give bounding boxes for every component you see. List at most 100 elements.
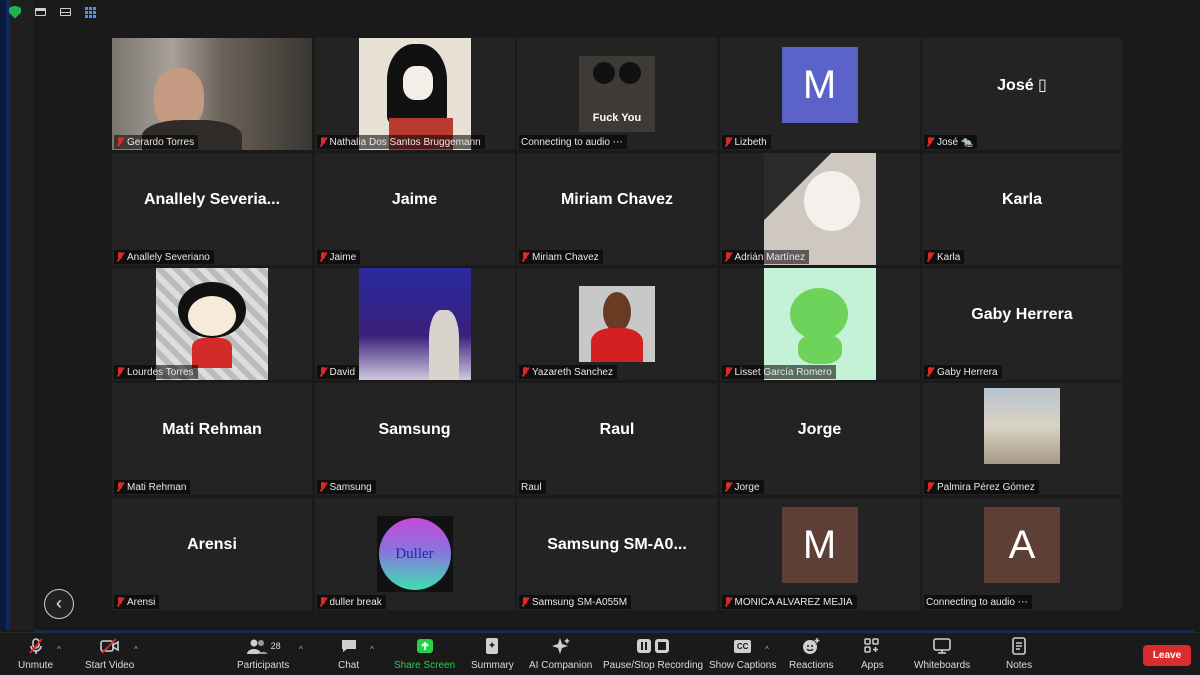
unmute-button[interactable]: Unmute bbox=[18, 637, 53, 671]
participant-picture: Duller bbox=[376, 516, 453, 592]
mic-muted-icon bbox=[926, 367, 934, 377]
participant-name: Mati Rehman bbox=[127, 481, 187, 493]
participant-display-name: Jaime bbox=[391, 191, 438, 208]
chevron-up-icon[interactable]: ^ bbox=[765, 645, 769, 654]
participant-picture bbox=[579, 286, 655, 362]
picture-text: Duller bbox=[378, 518, 451, 590]
mic-muted-icon bbox=[116, 367, 124, 377]
leave-button[interactable]: Leave bbox=[1143, 645, 1191, 666]
whiteboards-label: Whiteboards bbox=[914, 660, 971, 671]
nameplate: Anallely Severiano bbox=[114, 250, 214, 264]
whiteboard-icon bbox=[933, 638, 951, 654]
chat-button[interactable]: Chat bbox=[338, 637, 359, 671]
participant-tile[interactable]: Arensi Arensi bbox=[112, 498, 312, 610]
chevron-up-icon[interactable]: ^ bbox=[370, 645, 374, 654]
chevron-up-icon[interactable]: ^ bbox=[299, 645, 303, 654]
participant-name: Anallely Severiano bbox=[127, 251, 210, 263]
start-video-button[interactable]: Start Video bbox=[85, 637, 134, 671]
gallery-view-icon[interactable] bbox=[85, 6, 96, 18]
participant-tile[interactable]: M Lizbeth bbox=[719, 38, 920, 150]
participant-name: Arensi bbox=[127, 596, 156, 608]
participant-tile[interactable]: Miriam Chavez Miriam Chavez bbox=[517, 153, 717, 265]
mic-muted-icon bbox=[319, 252, 327, 262]
participant-tile[interactable]: Lisset García Romero bbox=[719, 268, 920, 380]
meeting-toolbar: Unmute ^ Start Video ^ 28 Participants ^… bbox=[0, 632, 1200, 675]
mic-muted-icon bbox=[319, 597, 327, 607]
mic-muted-icon bbox=[926, 482, 934, 492]
mic-muted-icon bbox=[724, 482, 732, 492]
mic-muted-icon bbox=[521, 597, 529, 607]
shield-icon[interactable] bbox=[9, 5, 21, 19]
participant-tile[interactable]: M MONICA ALVAREZ MEJIA bbox=[719, 498, 920, 610]
participant-name: Lisset García Romero bbox=[734, 366, 832, 378]
participant-tile[interactable]: Adrián Martínez bbox=[719, 153, 920, 265]
apps-label: Apps bbox=[861, 660, 884, 671]
mic-muted-icon bbox=[319, 482, 327, 492]
participant-name: MONICA ALVAREZ MEJIA bbox=[734, 596, 853, 608]
nameplate: Karla bbox=[924, 250, 965, 264]
ai-companion-label: AI Companion bbox=[529, 660, 593, 671]
share-screen-button[interactable]: Share Screen bbox=[394, 637, 455, 671]
nameplate: Gerardo Torres bbox=[114, 135, 199, 149]
summary-button[interactable]: Summary bbox=[471, 637, 514, 671]
mic-muted-icon bbox=[521, 252, 529, 262]
participant-display-name: José ▯ bbox=[997, 77, 1047, 94]
mic-muted-icon bbox=[724, 367, 732, 377]
chevron-up-icon[interactable]: ^ bbox=[57, 645, 61, 654]
participant-tile[interactable]: Anallely Severia... Anallely Severiano bbox=[112, 153, 312, 265]
previous-page-button[interactable]: ‹ bbox=[44, 589, 74, 619]
participant-tile[interactable]: David bbox=[314, 268, 515, 380]
participant-tile[interactable]: Jaime Jaime bbox=[314, 153, 515, 265]
share-screen-label: Share Screen bbox=[394, 660, 456, 671]
share-screen-icon bbox=[416, 639, 433, 653]
participant-tile[interactable]: Karla Karla bbox=[922, 153, 1122, 265]
participant-tile[interactable]: Fuck You Connecting to audio ⋯ bbox=[517, 38, 717, 150]
participant-tile[interactable]: Nathalia Dos Santos Bruggemann bbox=[314, 38, 515, 150]
summary-icon bbox=[486, 638, 499, 654]
sparkle-icon bbox=[551, 638, 570, 654]
chevron-up-icon[interactable]: ^ bbox=[134, 645, 138, 654]
participant-tile[interactable]: A Connecting to audio ⋯ bbox=[922, 498, 1122, 610]
participant-tile[interactable]: Gaby Herrera Gaby Herrera bbox=[922, 268, 1122, 380]
summary-label: Summary bbox=[471, 660, 514, 671]
minimize-window-icon[interactable] bbox=[35, 8, 46, 16]
ai-companion-button[interactable]: AI Companion bbox=[529, 637, 592, 671]
nameplate: Adrián Martínez bbox=[721, 250, 810, 264]
participants-icon bbox=[246, 639, 268, 654]
participant-name: Adrián Martínez bbox=[734, 251, 806, 263]
view-window-icon[interactable] bbox=[60, 8, 71, 16]
apps-icon bbox=[864, 638, 880, 653]
nameplate: José 🐀 bbox=[924, 135, 978, 149]
participant-tile[interactable]: Duller duller break bbox=[314, 498, 515, 610]
participant-tile[interactable]: Gerardo Torres bbox=[112, 38, 312, 150]
notes-button[interactable]: Notes bbox=[1006, 637, 1032, 671]
participant-video bbox=[112, 38, 312, 150]
participant-tile[interactable]: Lourdes Torres bbox=[112, 268, 312, 380]
participant-tile[interactable]: José ▯ José 🐀 bbox=[922, 38, 1122, 150]
start-video-label: Start Video bbox=[85, 660, 135, 671]
participant-tile[interactable]: Samsung SM-A0... Samsung SM-A055M bbox=[517, 498, 717, 610]
mic-muted-icon bbox=[116, 252, 124, 262]
pause-stop-recording-button[interactable]: Pause/Stop Recording bbox=[603, 637, 703, 671]
participant-display-name: Karla bbox=[1001, 191, 1043, 208]
mic-muted-icon bbox=[926, 252, 934, 262]
participant-picture bbox=[156, 268, 268, 380]
participants-button[interactable]: 28 Participants bbox=[237, 637, 289, 671]
pause-stop-recording-label: Pause/Stop Recording bbox=[603, 660, 704, 671]
participant-video bbox=[358, 268, 471, 380]
reactions-button[interactable]: Reactions bbox=[789, 637, 833, 671]
apps-button[interactable]: Apps bbox=[861, 637, 884, 671]
participant-tile[interactable]: Raul Raul bbox=[517, 383, 717, 495]
notes-label: Notes bbox=[1006, 660, 1033, 671]
whiteboards-button[interactable]: Whiteboards bbox=[914, 637, 970, 671]
participant-tile[interactable]: Mati Rehman Mati Rehman bbox=[112, 383, 312, 495]
participant-tile[interactable]: Yazareth Sanchez bbox=[517, 268, 717, 380]
show-captions-button[interactable]: CC Show Captions bbox=[709, 637, 776, 671]
participant-status: Connecting to audio ⋯ bbox=[521, 136, 623, 148]
participant-tile[interactable]: Jorge Jorge bbox=[719, 383, 920, 495]
mic-muted-icon bbox=[724, 137, 732, 147]
participant-video bbox=[358, 38, 471, 150]
nameplate: Yazareth Sanchez bbox=[519, 365, 617, 379]
participant-tile[interactable]: Palmira Pérez Gómez bbox=[922, 383, 1122, 495]
participant-tile[interactable]: Samsung Samsung bbox=[314, 383, 515, 495]
